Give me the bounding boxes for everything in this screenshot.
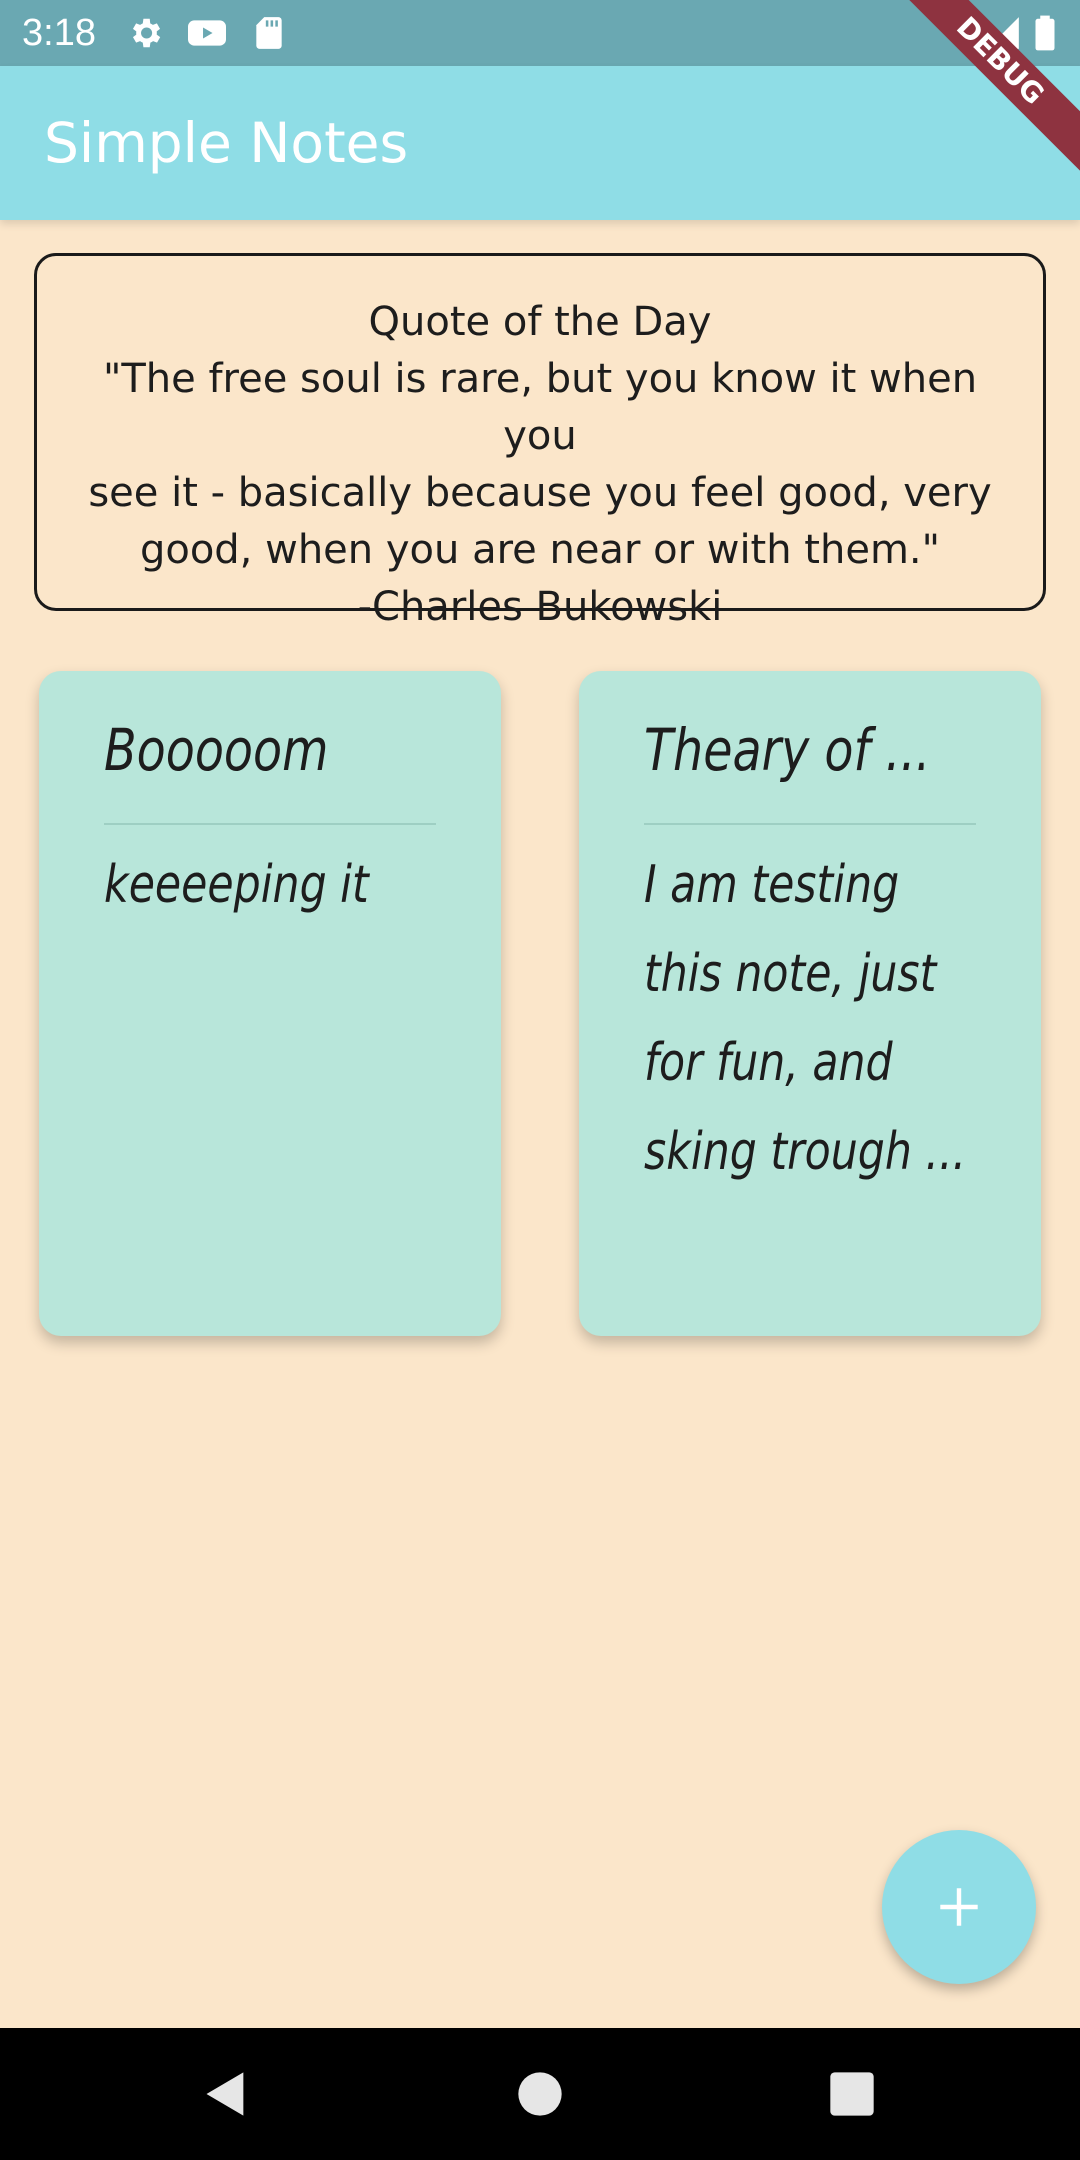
note-body: keeeeping it [104, 841, 440, 930]
quote-heading: Quote of the Day [368, 299, 712, 345]
note-divider [644, 823, 976, 825]
app-title: Simple Notes [44, 111, 409, 175]
battery-icon [1030, 14, 1060, 52]
note-title: Theary of ... [644, 716, 924, 784]
note-body-line: sking trough ... [644, 1122, 967, 1182]
app-bar: Simple Notes [0, 66, 1080, 220]
note-body-line: for fun, and [644, 1033, 893, 1093]
note-body: I am testing this note, just for fun, an… [644, 841, 980, 1197]
note-card[interactable]: Booooom keeeeping it [39, 671, 501, 1336]
plus-icon [940, 1888, 978, 1926]
add-note-button[interactable] [882, 1830, 1036, 1984]
note-title: Booooom [104, 716, 329, 784]
gear-icon [126, 14, 164, 52]
note-card[interactable]: Theary of ... I am testing this note, ju… [579, 671, 1041, 1336]
note-body-line: keeeeping it [104, 855, 369, 915]
youtube-icon [186, 14, 228, 52]
quote-of-the-day-card: Quote of the Day "The free soul is rare,… [34, 253, 1046, 630]
home-icon[interactable] [514, 2068, 566, 2120]
status-time: 3:18 [22, 12, 96, 54]
quote-text-line: "The free soul is rare, but you know it … [102, 356, 978, 459]
navigation-bar [0, 2028, 1080, 2160]
note-body-line: this note, just [644, 944, 937, 1004]
sd-card-icon [250, 14, 288, 52]
back-icon[interactable] [200, 2068, 252, 2120]
note-divider [104, 823, 436, 825]
note-body-line: I am testing [644, 855, 900, 915]
quote-text-line: see it - basically because you feel good… [88, 470, 992, 516]
quote-text-line: good, when you are near or with them." [139, 527, 941, 573]
status-bar: 3:18 [0, 0, 1080, 66]
recents-icon[interactable] [826, 2068, 878, 2120]
quote-author: -Charles Bukowski [357, 584, 723, 630]
